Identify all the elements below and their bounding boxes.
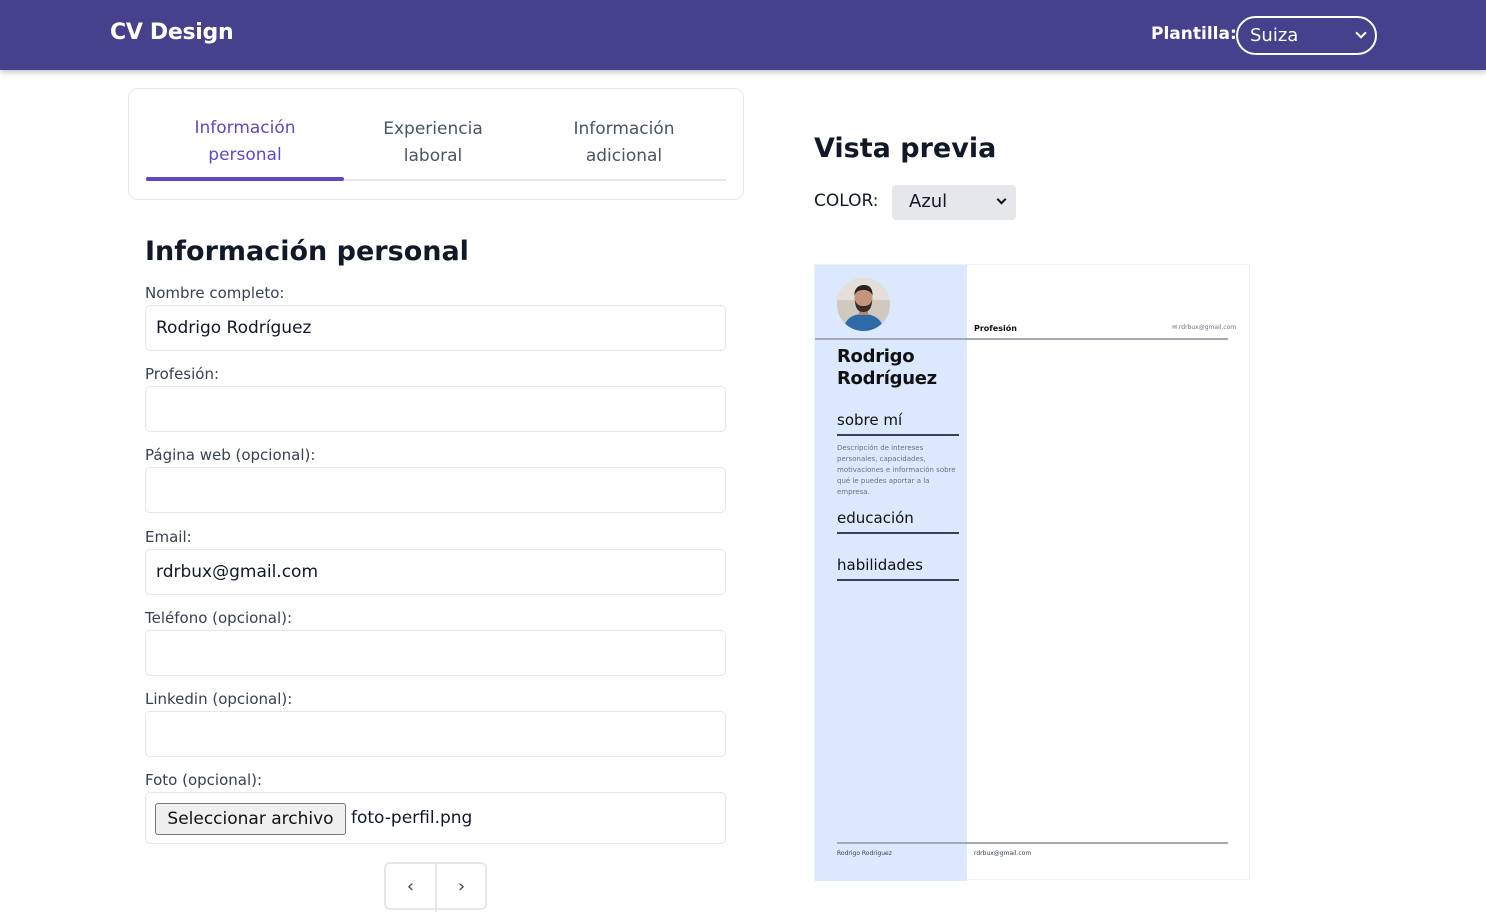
photo-file-input[interactable]: Seleccionar archivo foto-perfil.png xyxy=(145,792,726,844)
photo-label: Foto (opcional): xyxy=(145,771,263,789)
tab-label: laboral xyxy=(403,146,463,166)
tab-additional-info[interactable]: Información adicional xyxy=(522,116,726,181)
cv-name-line: Rodrigo xyxy=(837,346,915,367)
tab-label: Experiencia xyxy=(383,119,483,139)
active-tab-indicator xyxy=(146,177,344,181)
color-select-value: Azul xyxy=(909,191,948,212)
cv-education-heading: educación xyxy=(837,509,959,534)
linkedin-label: Linkedin (opcional): xyxy=(145,690,293,708)
template-label: Plantilla: xyxy=(1151,24,1237,44)
template-select[interactable]: Suiza xyxy=(1236,16,1377,55)
form-tabs: Información personal Experiencia laboral… xyxy=(128,88,744,200)
color-select[interactable]: Azul xyxy=(892,185,1016,220)
cv-footer-email: rdrbux@gmail.com xyxy=(974,850,1032,857)
cv-footer-name: Rodrigo Rodríguez xyxy=(837,850,892,857)
cv-name: Rodrigo Rodríguez xyxy=(837,346,937,390)
tab-label: adicional xyxy=(585,146,663,166)
tab-label: Información xyxy=(573,119,675,139)
cv-about-text: Descripción de intereses personales, cap… xyxy=(837,444,956,496)
cv-preview: Rodrigo Rodríguez sobre mí Descripción d… xyxy=(814,264,1250,881)
linkedin-input[interactable] xyxy=(145,711,726,757)
email-label: Email: xyxy=(145,528,192,546)
cv-about-heading: sobre mí xyxy=(837,411,959,436)
cv-name-line: Rodríguez xyxy=(837,368,937,389)
profile-photo xyxy=(837,278,890,331)
phone-input[interactable] xyxy=(145,630,726,676)
cv-skills-heading: habilidades xyxy=(837,556,959,581)
tab-work-experience[interactable]: Experiencia laboral xyxy=(344,116,522,181)
profession-input[interactable] xyxy=(145,386,726,432)
cv-divider-bottom xyxy=(837,842,1228,844)
profession-label: Profesión: xyxy=(145,365,220,383)
selected-file-name: foto-perfil.png xyxy=(351,808,473,828)
tab-label: personal xyxy=(208,145,282,165)
section-title: Información personal xyxy=(145,236,469,267)
template-select-value: Suiza xyxy=(1250,25,1299,46)
top-navbar: CV Design Plantilla: Suiza xyxy=(0,0,1486,70)
phone-label: Teléfono (opcional): xyxy=(145,609,293,627)
cv-profession: Profesión xyxy=(974,324,1017,333)
chevron-down-icon xyxy=(996,194,1007,205)
preview-title: Vista previa xyxy=(814,133,997,164)
cv-divider-top xyxy=(815,338,1228,340)
color-label: COLOR: xyxy=(814,191,879,211)
tab-personal-info[interactable]: Información personal xyxy=(146,115,344,180)
brand-logo[interactable]: CV Design xyxy=(110,20,234,45)
avatar xyxy=(837,278,890,331)
cv-email: ✉ rdrbux@gmail.com xyxy=(1172,324,1237,331)
full-name-input[interactable]: Rodrigo Rodríguez xyxy=(145,305,726,351)
tab-label: Información xyxy=(194,118,296,138)
email-input[interactable]: rdrbux@gmail.com xyxy=(145,549,726,595)
website-label: Página web (opcional): xyxy=(145,446,316,464)
select-file-button[interactable]: Seleccionar archivo xyxy=(155,803,346,835)
chevron-down-icon xyxy=(1355,27,1367,39)
next-page-button[interactable]: › xyxy=(437,864,486,910)
prev-page-button[interactable]: ‹ xyxy=(386,864,435,910)
full-name-label: Nombre completo: xyxy=(145,284,285,302)
website-input[interactable] xyxy=(145,467,726,513)
pagination: ‹ › xyxy=(384,862,487,912)
